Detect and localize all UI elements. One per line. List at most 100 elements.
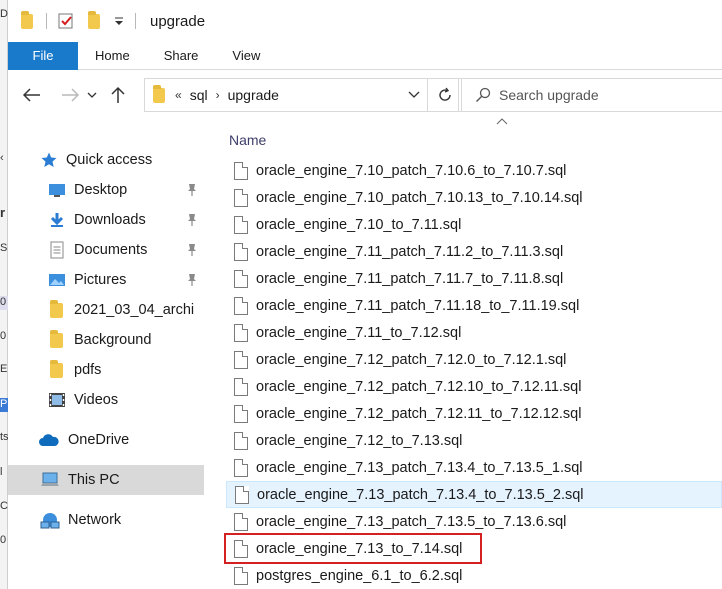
file-row[interactable]: oracle_engine_7.11_patch_7.11.18_to_7.11… bbox=[226, 292, 722, 319]
documents-icon bbox=[48, 241, 66, 259]
navpane-item-downloads[interactable]: Downloads bbox=[8, 205, 204, 235]
back-button[interactable] bbox=[18, 80, 46, 110]
chevron-down-icon bbox=[87, 92, 97, 98]
desktop-icon bbox=[48, 181, 66, 199]
network-icon bbox=[40, 511, 60, 529]
behind-text: D bbox=[0, 8, 8, 20]
behind-text: 0 bbox=[0, 534, 7, 546]
address-bar[interactable]: « sql › upgrade bbox=[144, 78, 462, 112]
file-row[interactable]: oracle_engine_7.10_to_7.11.sql bbox=[226, 211, 722, 238]
forward-button[interactable] bbox=[56, 80, 84, 110]
background-window-edge: D ‹ r S 0 0 E P ts l C 0 bbox=[0, 0, 8, 589]
navpane-item-this-pc[interactable]: This PC bbox=[8, 465, 204, 495]
file-row[interactable]: oracle_engine_7.12_patch_7.12.0_to_7.12.… bbox=[226, 346, 722, 373]
videos-icon bbox=[48, 391, 66, 409]
pin-icon[interactable] bbox=[186, 213, 198, 227]
tab-share[interactable]: Share bbox=[147, 42, 216, 70]
file-icon bbox=[234, 161, 248, 180]
arrow-left-icon bbox=[23, 88, 40, 102]
pictures-icon bbox=[48, 271, 66, 289]
file-icon bbox=[234, 566, 248, 585]
address-overflow[interactable]: « bbox=[175, 88, 182, 102]
navpane-item-label: Videos bbox=[74, 392, 119, 408]
file-name: oracle_engine_7.11_patch_7.11.18_to_7.11… bbox=[256, 297, 580, 314]
behind-text: ts bbox=[0, 431, 8, 443]
chevron-right-icon: › bbox=[215, 88, 220, 102]
navpane-item-documents[interactable]: Documents bbox=[8, 235, 204, 265]
tab-view[interactable]: View bbox=[215, 42, 277, 70]
navpane-item-label: Downloads bbox=[74, 212, 146, 228]
navpane-item-desktop[interactable]: Desktop bbox=[8, 175, 204, 205]
file-name: oracle_engine_7.13_patch_7.13.4_to_7.13.… bbox=[256, 459, 583, 476]
file-row[interactable]: oracle_engine_7.12_patch_7.12.11_to_7.12… bbox=[226, 400, 722, 427]
navpane-item-label: Quick access bbox=[66, 152, 153, 168]
file-row[interactable]: oracle_engine_7.12_patch_7.12.10_to_7.12… bbox=[226, 373, 722, 400]
behind-text: C bbox=[0, 500, 8, 512]
window-title: upgrade bbox=[150, 12, 206, 30]
file-name: oracle_engine_7.10_to_7.11.sql bbox=[256, 216, 462, 233]
breadcrumb-upgrade[interactable]: upgrade bbox=[228, 87, 279, 103]
recent-locations-button[interactable] bbox=[84, 80, 100, 110]
file-row[interactable]: oracle_engine_7.13_patch_7.13.4_to_7.13.… bbox=[226, 454, 722, 481]
file-icon bbox=[234, 323, 248, 342]
file-row[interactable]: oracle_engine_7.11_to_7.12.sql bbox=[226, 319, 722, 346]
navpane-item-background[interactable]: Background bbox=[8, 325, 204, 355]
search-icon bbox=[476, 87, 491, 102]
file-icon bbox=[235, 485, 249, 504]
file-name: oracle_engine_7.13_patch_7.13.5_to_7.13.… bbox=[256, 513, 567, 530]
file-name: oracle_engine_7.13_to_7.14.sql bbox=[256, 540, 463, 557]
toolbar-divider bbox=[46, 13, 47, 29]
file-icon bbox=[234, 404, 248, 423]
navpane-item-pictures[interactable]: Pictures bbox=[8, 265, 204, 295]
tab-home[interactable]: Home bbox=[78, 42, 147, 70]
navigation-bar: « sql › upgrade bbox=[8, 72, 722, 118]
navpane-item-onedrive[interactable]: OneDrive bbox=[8, 425, 204, 455]
folder-icon bbox=[48, 300, 66, 319]
file-row[interactable]: oracle_engine_7.12_to_7.13.sql bbox=[226, 427, 722, 454]
file-row[interactable]: oracle_engine_7.13_patch_7.13.5_to_7.13.… bbox=[226, 508, 722, 535]
navpane-item-2021-03-04-architec[interactable]: 2021_03_04_architec bbox=[8, 295, 204, 325]
navpane-item-network[interactable]: Network bbox=[8, 505, 204, 535]
search-input[interactable] bbox=[499, 87, 719, 103]
navpane-item-label: Background bbox=[74, 332, 152, 348]
file-name: oracle_engine_7.10_patch_7.10.6_to_7.10.… bbox=[256, 162, 567, 179]
refresh-button[interactable] bbox=[427, 79, 461, 111]
file-name: oracle_engine_7.10_patch_7.10.13_to_7.10… bbox=[256, 189, 583, 206]
cloud-icon bbox=[38, 431, 60, 449]
pin-icon[interactable] bbox=[186, 183, 198, 197]
file-row[interactable]: oracle_engine_7.11_patch_7.11.7_to_7.11.… bbox=[226, 265, 722, 292]
navpane-item-pdfs[interactable]: pdfs bbox=[8, 355, 204, 385]
file-icon bbox=[234, 377, 248, 396]
navpane-item-videos[interactable]: Videos bbox=[8, 385, 204, 415]
file-row[interactable]: oracle_engine_7.11_patch_7.11.2_to_7.11.… bbox=[226, 238, 722, 265]
refresh-icon bbox=[438, 87, 451, 101]
file-icon bbox=[234, 350, 248, 369]
file-icon bbox=[234, 539, 248, 558]
properties-icon[interactable] bbox=[57, 12, 75, 30]
new-folder-icon[interactable] bbox=[85, 11, 103, 30]
search-box[interactable] bbox=[458, 78, 722, 112]
column-header-name[interactable]: Name bbox=[229, 132, 266, 148]
folder-icon bbox=[153, 85, 167, 104]
file-row[interactable]: oracle_engine_7.10_patch_7.10.6_to_7.10.… bbox=[226, 157, 722, 184]
navpane-item-quick-access[interactable]: Quick access bbox=[8, 145, 204, 175]
pin-icon[interactable] bbox=[186, 273, 198, 287]
file-row[interactable]: oracle_engine_7.10_patch_7.10.13_to_7.10… bbox=[226, 184, 722, 211]
file-row[interactable]: postgres_engine_6.1_to_6.2.sql bbox=[226, 562, 722, 589]
folder-icon[interactable] bbox=[18, 11, 36, 30]
up-button[interactable] bbox=[104, 80, 132, 110]
file-icon bbox=[234, 512, 248, 531]
address-dropdown-icon[interactable] bbox=[407, 87, 421, 101]
navpane-item-label: This PC bbox=[68, 472, 120, 488]
file-row[interactable]: oracle_engine_7.13_patch_7.13.4_to_7.13.… bbox=[226, 481, 722, 508]
breadcrumb-sql[interactable]: sql bbox=[190, 87, 208, 103]
tab-file[interactable]: File bbox=[8, 42, 78, 70]
behind-text: E bbox=[0, 363, 8, 375]
file-icon bbox=[234, 431, 248, 450]
customize-toolbar-dropdown-icon[interactable] bbox=[113, 12, 125, 30]
file-row[interactable]: oracle_engine_7.13_to_7.14.sql bbox=[224, 533, 482, 564]
file-name: postgres_engine_6.1_to_6.2.sql bbox=[256, 567, 463, 584]
pin-icon[interactable] bbox=[186, 243, 198, 257]
title-bar: upgrade bbox=[8, 0, 722, 42]
ribbon-tabs: File Home Share View bbox=[8, 42, 722, 70]
